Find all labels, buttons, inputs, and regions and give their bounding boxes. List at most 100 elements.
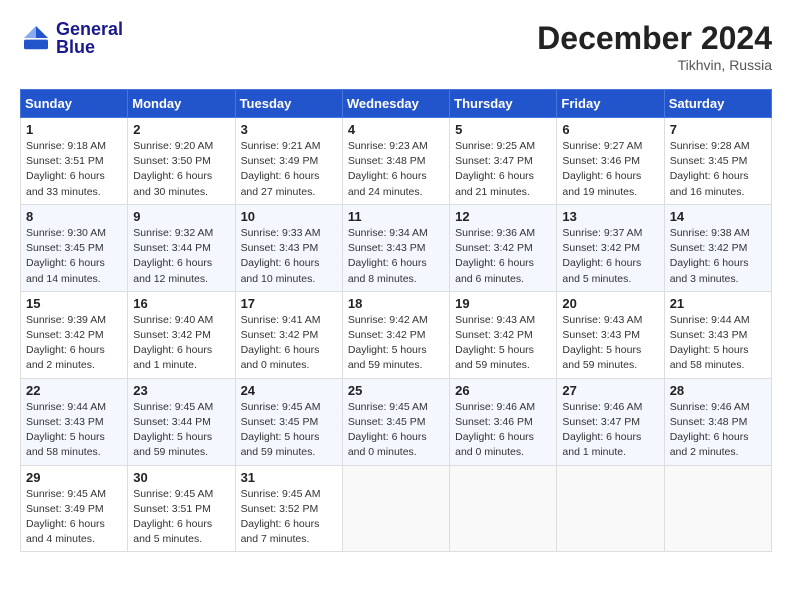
calendar-cell: 16Sunrise: 9:40 AMSunset: 3:42 PMDayligh… xyxy=(128,291,235,378)
calendar-cell: 17 Sunrise: 9:41 AMSunset: 3:42 PMDayligh… xyxy=(235,291,342,378)
day-number: 26 xyxy=(455,383,551,398)
calendar-cell: 26 Sunrise: 9:46 AMSunset: 3:46 PMDayligh… xyxy=(450,378,557,465)
month-title: December 2024 xyxy=(537,20,772,57)
day-number: 1 xyxy=(26,122,122,137)
col-header-monday: Monday xyxy=(128,90,235,118)
calendar-cell: 5 Sunrise: 9:25 AMSunset: 3:47 PMDaylight… xyxy=(450,118,557,205)
day-info: Sunrise: 9:37 AMSunset: 3:42 PMDaylight:… xyxy=(562,226,658,287)
calendar-cell: 6 Sunrise: 9:27 AMSunset: 3:46 PMDaylight… xyxy=(557,118,664,205)
day-number: 14 xyxy=(670,209,766,224)
calendar-week-row: 15 Sunrise: 9:39 AMSunset: 3:42 PMDayligh… xyxy=(21,291,772,378)
calendar-week-row: 22 Sunrise: 9:44 AMSunset: 3:43 PMDayligh… xyxy=(21,378,772,465)
day-number: 10 xyxy=(241,209,337,224)
col-header-wednesday: Wednesday xyxy=(342,90,449,118)
calendar-cell: 1 Sunrise: 9:18 AMSunset: 3:51 PMDaylight… xyxy=(21,118,128,205)
calendar-cell: 28 Sunrise: 9:46 AMSunset: 3:48 PMDayligh… xyxy=(664,378,771,465)
day-number: 28 xyxy=(670,383,766,398)
day-info: Sunrise: 9:20 AMSunset: 3:50 PMDaylight:… xyxy=(133,139,229,200)
day-info: Sunrise: 9:46 AMSunset: 3:48 PMDaylight:… xyxy=(670,400,766,461)
calendar-cell: 31Sunrise: 9:45 AMSunset: 3:52 PMDayligh… xyxy=(235,465,342,552)
calendar-cell: 2Sunrise: 9:20 AMSunset: 3:50 PMDaylight… xyxy=(128,118,235,205)
calendar-cell: 24 Sunrise: 9:45 AMSunset: 3:45 PMDayligh… xyxy=(235,378,342,465)
day-number: 27 xyxy=(562,383,658,398)
day-number: 6 xyxy=(562,122,658,137)
calendar-cell: 10 Sunrise: 9:33 AMSunset: 3:43 PMDayligh… xyxy=(235,204,342,291)
calendar-cell: 19 Sunrise: 9:43 AMSunset: 3:42 PMDayligh… xyxy=(450,291,557,378)
location: Tikhvin, Russia xyxy=(537,57,772,73)
calendar-cell: 23 Sunrise: 9:45 AMSunset: 3:44 PMDayligh… xyxy=(128,378,235,465)
day-number: 17 xyxy=(241,296,337,311)
day-info: Sunrise: 9:25 AMSunset: 3:47 PMDaylight:… xyxy=(455,139,551,200)
logo-line1: General xyxy=(56,20,123,38)
day-info: Sunrise: 9:23 AMSunset: 3:48 PMDaylight:… xyxy=(348,139,444,200)
day-info: Sunrise: 9:33 AMSunset: 3:43 PMDaylight:… xyxy=(241,226,337,287)
logo: General Blue xyxy=(20,20,123,56)
calendar-cell: 25 Sunrise: 9:45 AMSunset: 3:45 PMDayligh… xyxy=(342,378,449,465)
day-info: Sunrise: 9:32 AMSunset: 3:44 PMDaylight:… xyxy=(133,226,229,287)
day-info: Sunrise: 9:45 AMSunset: 3:51 PMDaylight:… xyxy=(133,487,229,548)
day-number: 13 xyxy=(562,209,658,224)
calendar-week-row: 8 Sunrise: 9:30 AMSunset: 3:45 PMDaylight… xyxy=(21,204,772,291)
day-number: 8 xyxy=(26,209,122,224)
day-info: Sunrise: 9:43 AMSunset: 3:43 PMDaylight:… xyxy=(562,313,658,374)
day-number: 24 xyxy=(241,383,337,398)
day-info: Sunrise: 9:46 AMSunset: 3:47 PMDaylight:… xyxy=(562,400,658,461)
day-number: 22 xyxy=(26,383,122,398)
day-number: 25 xyxy=(348,383,444,398)
day-info: Sunrise: 9:18 AMSunset: 3:51 PMDaylight:… xyxy=(26,139,122,200)
col-header-friday: Friday xyxy=(557,90,664,118)
calendar-header-row: SundayMondayTuesdayWednesdayThursdayFrid… xyxy=(21,90,772,118)
day-number: 21 xyxy=(670,296,766,311)
day-info: Sunrise: 9:27 AMSunset: 3:46 PMDaylight:… xyxy=(562,139,658,200)
logo-line2: Blue xyxy=(56,38,123,56)
calendar-cell xyxy=(450,465,557,552)
day-number: 23 xyxy=(133,383,229,398)
calendar-cell: 18Sunrise: 9:42 AMSunset: 3:42 PMDayligh… xyxy=(342,291,449,378)
day-info: Sunrise: 9:34 AMSunset: 3:43 PMDaylight:… xyxy=(348,226,444,287)
day-info: Sunrise: 9:41 AMSunset: 3:42 PMDaylight:… xyxy=(241,313,337,374)
calendar-cell: 14 Sunrise: 9:38 AMSunset: 3:42 PMDayligh… xyxy=(664,204,771,291)
calendar-cell: 9Sunrise: 9:32 AMSunset: 3:44 PMDaylight… xyxy=(128,204,235,291)
day-number: 29 xyxy=(26,470,122,485)
title-block: December 2024 Tikhvin, Russia xyxy=(537,20,772,73)
day-info: Sunrise: 9:30 AMSunset: 3:45 PMDaylight:… xyxy=(26,226,122,287)
logo-text: General Blue xyxy=(56,20,123,56)
calendar-cell: 27 Sunrise: 9:46 AMSunset: 3:47 PMDayligh… xyxy=(557,378,664,465)
day-info: Sunrise: 9:44 AMSunset: 3:43 PMDaylight:… xyxy=(26,400,122,461)
col-header-tuesday: Tuesday xyxy=(235,90,342,118)
calendar-cell: 3Sunrise: 9:21 AMSunset: 3:49 PMDaylight… xyxy=(235,118,342,205)
day-info: Sunrise: 9:45 AMSunset: 3:52 PMDaylight:… xyxy=(241,487,337,548)
calendar-cell: 22 Sunrise: 9:44 AMSunset: 3:43 PMDayligh… xyxy=(21,378,128,465)
calendar-cell xyxy=(664,465,771,552)
col-header-thursday: Thursday xyxy=(450,90,557,118)
day-number: 16 xyxy=(133,296,229,311)
day-number: 30 xyxy=(133,470,229,485)
day-info: Sunrise: 9:45 AMSunset: 3:44 PMDaylight:… xyxy=(133,400,229,461)
calendar-cell xyxy=(557,465,664,552)
calendar-cell xyxy=(342,465,449,552)
calendar-cell: 8 Sunrise: 9:30 AMSunset: 3:45 PMDaylight… xyxy=(21,204,128,291)
calendar-cell: 21Sunrise: 9:44 AMSunset: 3:43 PMDayligh… xyxy=(664,291,771,378)
day-number: 20 xyxy=(562,296,658,311)
col-header-saturday: Saturday xyxy=(664,90,771,118)
calendar-week-row: 29 Sunrise: 9:45 AMSunset: 3:49 PMDayligh… xyxy=(21,465,772,552)
day-info: Sunrise: 9:43 AMSunset: 3:42 PMDaylight:… xyxy=(455,313,551,374)
calendar-cell: 4Sunrise: 9:23 AMSunset: 3:48 PMDaylight… xyxy=(342,118,449,205)
calendar-cell: 15 Sunrise: 9:39 AMSunset: 3:42 PMDayligh… xyxy=(21,291,128,378)
calendar-cell: 11Sunrise: 9:34 AMSunset: 3:43 PMDayligh… xyxy=(342,204,449,291)
day-info: Sunrise: 9:46 AMSunset: 3:46 PMDaylight:… xyxy=(455,400,551,461)
day-info: Sunrise: 9:38 AMSunset: 3:42 PMDaylight:… xyxy=(670,226,766,287)
day-info: Sunrise: 9:45 AMSunset: 3:45 PMDaylight:… xyxy=(348,400,444,461)
day-info: Sunrise: 9:21 AMSunset: 3:49 PMDaylight:… xyxy=(241,139,337,200)
logo-icon xyxy=(20,22,52,54)
day-number: 15 xyxy=(26,296,122,311)
day-number: 5 xyxy=(455,122,551,137)
day-number: 7 xyxy=(670,122,766,137)
day-info: Sunrise: 9:42 AMSunset: 3:42 PMDaylight:… xyxy=(348,313,444,374)
day-info: Sunrise: 9:45 AMSunset: 3:49 PMDaylight:… xyxy=(26,487,122,548)
day-info: Sunrise: 9:45 AMSunset: 3:45 PMDaylight:… xyxy=(241,400,337,461)
day-info: Sunrise: 9:28 AMSunset: 3:45 PMDaylight:… xyxy=(670,139,766,200)
day-number: 19 xyxy=(455,296,551,311)
day-info: Sunrise: 9:36 AMSunset: 3:42 PMDaylight:… xyxy=(455,226,551,287)
day-info: Sunrise: 9:39 AMSunset: 3:42 PMDaylight:… xyxy=(26,313,122,374)
